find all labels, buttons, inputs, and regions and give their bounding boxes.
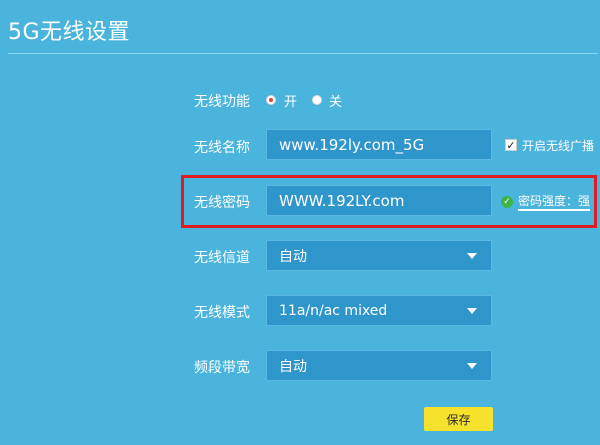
broadcast-label[interactable]: 开启无线广播 [522,137,594,154]
check-circle-icon: ✓ [501,196,513,208]
wireless-password-input[interactable]: WWW.192LY.com [266,185,492,216]
radio-off-label[interactable]: 关 [329,91,342,110]
wireless-channel-label: 无线信道 [194,250,250,266]
bandwidth-label: 频段带宽 [194,360,250,376]
password-strength-label: 密码强度：强 [518,194,591,208]
password-strength-bar [518,209,590,211]
save-button[interactable]: 保存 [424,407,493,431]
wireless-password-label: 无线密码 [194,195,250,211]
page-title: 5G无线设置 [8,20,131,45]
wireless-password-value: WWW.192LY.com [279,191,405,210]
wireless-function-label: 无线功能 [194,94,250,110]
wireless-name-value: www.192ly.com_5G [279,135,425,154]
dropdown-caret-icon [467,307,477,314]
bandwidth-select[interactable]: 自动 [266,350,492,381]
wireless-channel-select[interactable]: 自动 [266,240,492,271]
radio-off[interactable] [312,95,322,105]
wireless-name-input[interactable]: www.192ly.com_5G [266,129,492,160]
dropdown-caret-icon [467,362,477,369]
wireless-mode-select[interactable]: 11a/n/ac mixed [266,295,492,326]
title-divider [8,53,598,54]
broadcast-checkbox[interactable]: ✓ [505,139,517,151]
wireless-name-label: 无线名称 [194,140,250,156]
wireless-mode-label: 无线模式 [194,305,250,321]
dropdown-caret-icon [467,252,477,259]
wireless-mode-value: 11a/n/ac mixed [279,302,388,319]
radio-on-label[interactable]: 开 [284,91,297,110]
bandwidth-value: 自动 [279,358,307,375]
wireless-channel-value: 自动 [279,248,307,265]
radio-on[interactable] [266,95,276,105]
